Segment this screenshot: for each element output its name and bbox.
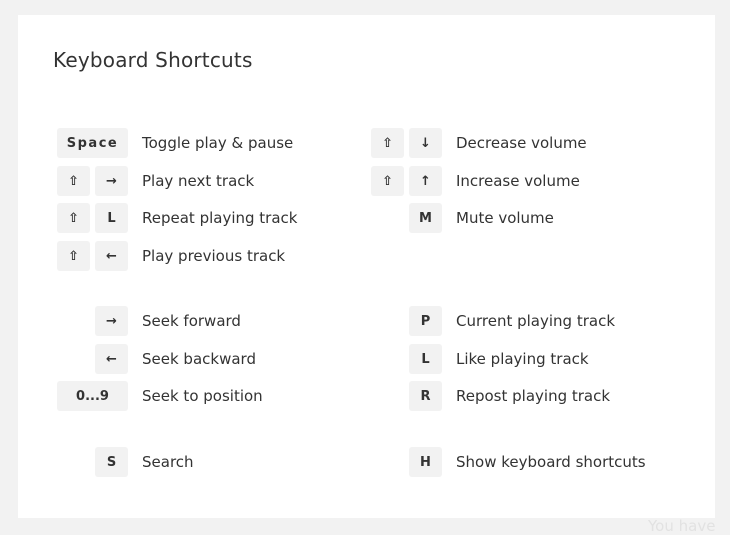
shortcut-label: Seek forward [142,312,241,330]
key-cap: 0...9 [57,381,128,411]
shortcut-label: Search [142,453,194,471]
shortcut-label: Repeat playing track [142,209,298,227]
shortcut-keys: S [57,447,128,477]
shortcut-keys: P [371,306,442,336]
key-cap: H [409,447,442,477]
shortcut-label: Toggle play & pause [142,134,294,152]
shortcut-label: Play next track [142,172,255,190]
shortcut-keys: ⇧ ↑ [371,166,442,196]
shortcut-label: Show keyboard shortcuts [456,453,646,471]
shift-key-icon: ⇧ [57,166,90,196]
shortcut-keys: M [371,203,442,233]
shortcut-label: Play previous track [142,247,286,265]
key-cap: L [409,344,442,374]
shortcut-label: Like playing track [456,350,589,368]
key-cap: P [409,306,442,336]
key-cap: S [95,447,128,477]
key-cap: R [409,381,442,411]
shortcut-keys: ← [57,344,128,374]
shift-key-icon: ⇧ [57,203,90,233]
shortcut-keys: ⇧ → [57,166,128,196]
shortcut-label: Seek backward [142,350,256,368]
shift-key-icon: ⇧ [371,166,404,196]
key-cap: L [95,203,128,233]
key-cap: ← [95,241,128,271]
key-cap: → [95,166,128,196]
key-cap: M [409,203,442,233]
shortcut-label: Increase volume [456,172,580,190]
modal-title: Keyboard Shortcuts [53,48,253,72]
shortcut-keys: Space [57,128,128,158]
shortcut-label: Seek to position [142,387,263,405]
shortcut-label: Mute volume [456,209,554,227]
shortcut-keys: R [371,381,442,411]
key-cap: ↓ [409,128,442,158]
shortcut-label: Repost playing track [456,387,611,405]
shortcut-keys: H [371,447,442,477]
shortcut-keys: → [57,306,128,336]
shortcut-keys: ⇧ L [57,203,128,233]
shortcut-keys: ⇧ ← [57,241,128,271]
shortcut-keys: 0...9 [57,381,128,411]
shortcut-label: Current playing track [456,312,616,330]
shift-key-icon: ⇧ [371,128,404,158]
shortcut-keys: L [371,344,442,374]
shortcut-keys: ⇧ ↓ [371,128,442,158]
key-cap: Space [57,128,128,158]
key-cap: → [95,306,128,336]
shift-key-icon: ⇧ [57,241,90,271]
background-text: You have [648,517,716,535]
keyboard-shortcuts-modal: Keyboard Shortcuts Space Toggle play & pa… [18,15,715,518]
key-cap: ← [95,344,128,374]
key-cap: ↑ [409,166,442,196]
shortcut-label: Decrease volume [456,134,587,152]
